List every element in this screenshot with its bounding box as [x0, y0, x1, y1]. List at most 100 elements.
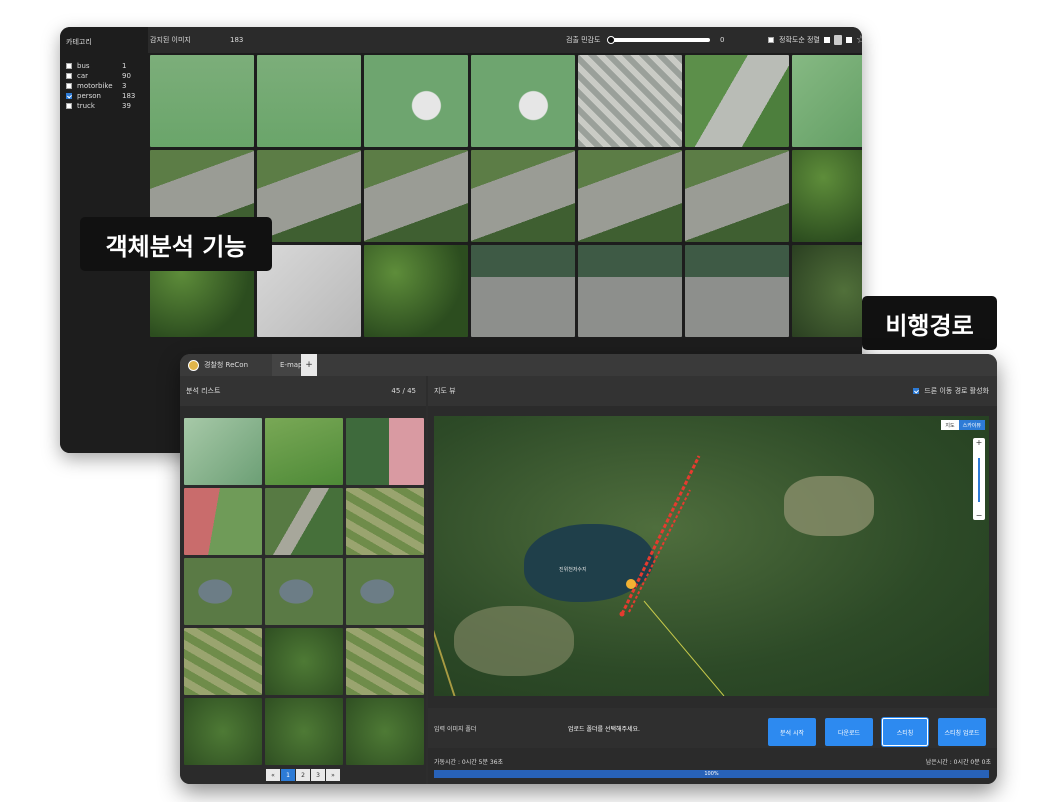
- analysis-list-count: 45 / 45: [391, 387, 416, 395]
- image-thumbnail[interactable]: [364, 150, 468, 242]
- satellite-map[interactable]: 진위천저수지 지도 스카이뷰 + −: [434, 416, 989, 696]
- image-thumbnail[interactable]: [346, 628, 424, 695]
- zoom-in-button[interactable]: +: [973, 438, 985, 447]
- category-row-truck[interactable]: truck 39: [66, 101, 142, 111]
- image-thumbnail[interactable]: [346, 488, 424, 555]
- map-type-map-button[interactable]: 지도: [941, 420, 959, 430]
- page-3-button[interactable]: 3: [311, 769, 325, 781]
- image-thumbnail[interactable]: [578, 55, 682, 147]
- image-thumbnail[interactable]: [471, 55, 575, 147]
- image-thumbnail[interactable]: [685, 150, 789, 242]
- stitching-upload-button[interactable]: 스티칭 업로드: [938, 718, 986, 746]
- category-name: bus: [77, 62, 90, 70]
- trash-icon[interactable]: [834, 35, 842, 45]
- image-thumbnail[interactable]: [471, 245, 575, 337]
- new-tab-button[interactable]: +: [301, 354, 317, 376]
- analysis-image-grid: [184, 418, 424, 765]
- start-analysis-button[interactable]: 분석 시작: [768, 718, 816, 746]
- image-thumbnail[interactable]: [346, 558, 424, 625]
- route-end-marker: [619, 611, 625, 617]
- input-folder-label: 입력 이미지 폴더: [434, 726, 477, 733]
- tab-emap-label: E-map: [280, 361, 303, 369]
- zoom-slider[interactable]: [978, 458, 980, 502]
- image-thumbnail[interactable]: [471, 150, 575, 242]
- select-all-checkbox[interactable]: [824, 37, 830, 43]
- checkbox[interactable]: [66, 103, 72, 109]
- time-status: 가동시간 : 0시간 5분 36초 남은시간 : 0시간 0분 0초: [428, 754, 997, 768]
- header-tools: ☆: [824, 34, 862, 45]
- sensitivity-label: 검출 민감도: [566, 36, 601, 44]
- favorite-checkbox[interactable]: [846, 37, 852, 43]
- analysis-list-title: 분석 리스트: [186, 387, 221, 395]
- category-row-bus[interactable]: bus 1: [66, 61, 142, 71]
- image-thumbnail[interactable]: [685, 245, 789, 337]
- image-thumbnail[interactable]: [346, 418, 424, 485]
- image-thumbnail[interactable]: [184, 558, 262, 625]
- category-count: 1: [122, 62, 127, 70]
- image-thumbnail[interactable]: [364, 245, 468, 337]
- category-name: person: [77, 92, 101, 100]
- zoom-control: + −: [973, 438, 985, 520]
- accuracy-sort-label: 정확도순 정렬: [779, 36, 820, 44]
- image-thumbnail[interactable]: [346, 698, 424, 765]
- slider-handle[interactable]: [607, 36, 615, 44]
- page-prev-button[interactable]: «: [266, 769, 280, 781]
- image-thumbnail[interactable]: [364, 55, 468, 147]
- map-view-header: 지도 뷰 드론 이동 경로 활성화: [428, 376, 997, 406]
- tab-recon[interactable]: 경찰청 ReCon: [180, 354, 272, 376]
- download-button[interactable]: 다운로드: [825, 718, 873, 746]
- image-thumbnail[interactable]: [578, 150, 682, 242]
- map-view-panel: 지도 뷰 드론 이동 경로 활성화 진위천저수지 지도 스카이뷰 + − 입력 …: [428, 376, 997, 784]
- drone-location-marker[interactable]: [626, 579, 636, 589]
- page-next-button[interactable]: »: [326, 769, 340, 781]
- image-thumbnail[interactable]: [184, 418, 262, 485]
- detected-image-grid: [150, 55, 862, 337]
- route-line: [628, 489, 691, 613]
- zoom-out-button[interactable]: −: [973, 511, 985, 520]
- category-row-person[interactable]: person 183: [66, 91, 142, 101]
- drone-route-toggle[interactable]: 드론 이동 경로 활성화: [913, 386, 989, 396]
- image-thumbnail[interactable]: [265, 558, 343, 625]
- image-thumbnail[interactable]: [184, 698, 262, 765]
- image-thumbnail[interactable]: [265, 698, 343, 765]
- map-type-skyview-button[interactable]: 스카이뷰: [958, 420, 985, 430]
- image-thumbnail[interactable]: [265, 488, 343, 555]
- stitching-button[interactable]: 스티칭: [882, 718, 928, 746]
- category-name: truck: [77, 102, 95, 110]
- page-2-button[interactable]: 2: [296, 769, 310, 781]
- image-thumbnail[interactable]: [150, 55, 254, 147]
- image-thumbnail[interactable]: [685, 55, 789, 147]
- checkbox[interactable]: [66, 73, 72, 79]
- map-view-title: 지도 뷰: [434, 387, 456, 395]
- analysis-list-header: 분석 리스트 45 / 45: [180, 376, 426, 406]
- image-thumbnail[interactable]: [184, 488, 262, 555]
- upload-folder-message[interactable]: 업로드 폴더를 선택해주세요.: [568, 724, 640, 733]
- checkbox-checked[interactable]: [66, 93, 72, 99]
- screenshot-stage: 카테고리 bus 1 car 90 motorbike 3 person 183: [0, 0, 1043, 802]
- emap-window: 경찰청 ReCon E-map + 분석 리스트 45 / 45 « 1 2 3…: [180, 354, 997, 784]
- checkbox[interactable]: [66, 63, 72, 69]
- page-1-button[interactable]: 1: [281, 769, 295, 781]
- sensitivity-slider[interactable]: [607, 36, 710, 44]
- image-thumbnail[interactable]: [792, 245, 862, 337]
- category-row-motorbike[interactable]: motorbike 3: [66, 81, 142, 91]
- checkbox[interactable]: [768, 37, 774, 43]
- checkbox-checked[interactable]: [913, 388, 920, 394]
- image-thumbnail[interactable]: [265, 418, 343, 485]
- image-thumbnail[interactable]: [792, 150, 862, 242]
- category-count: 90: [122, 72, 131, 80]
- category-count: 39: [122, 102, 131, 110]
- image-thumbnail[interactable]: [578, 245, 682, 337]
- accuracy-sort-toggle[interactable]: 정확도순 정렬: [768, 35, 820, 45]
- image-thumbnail[interactable]: [792, 55, 862, 147]
- star-icon[interactable]: ☆: [856, 34, 862, 45]
- image-thumbnail[interactable]: [184, 628, 262, 695]
- image-thumbnail[interactable]: [257, 150, 361, 242]
- image-thumbnail[interactable]: [265, 628, 343, 695]
- checkbox[interactable]: [66, 83, 72, 89]
- remaining-time: 남은시간 : 0시간 0분 0초: [925, 759, 991, 766]
- category-row-car[interactable]: car 90: [66, 71, 142, 81]
- progress-bar: 100%: [434, 770, 989, 778]
- image-thumbnail[interactable]: [257, 245, 361, 337]
- image-thumbnail[interactable]: [257, 55, 361, 147]
